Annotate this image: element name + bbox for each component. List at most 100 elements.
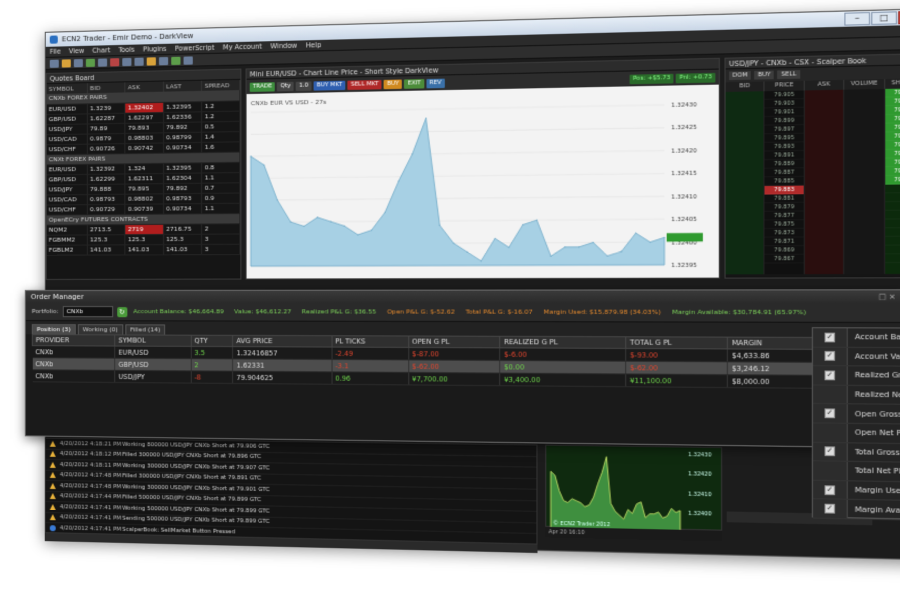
column-chooser-label: Margin Available [854,504,900,515]
alert-icon[interactable] [110,57,120,66]
column-chooser-item[interactable]: Open Net PL [812,423,900,445]
quote-cell: 79.89 [87,122,126,134]
window-close-icon[interactable]: □ × [879,290,896,303]
dom-bid-column[interactable] [725,91,765,275]
price-point [494,237,496,240]
column-header-qty[interactable]: QTY [190,335,233,347]
dom-short-cell [885,211,900,220]
column-chooser-item[interactable]: ✓ Open Gross PL [812,404,900,425]
quote-cell: 1.4 [201,131,240,142]
column-checkbox[interactable]: ✓ [812,366,848,385]
price-chart[interactable]: 1.32430 1.32425 1.32420 1.32415 1.32410 1.324… [247,85,720,280]
menu-item-window[interactable]: Window [270,42,297,51]
column-chooser-item[interactable]: ✓ Account Balance [812,328,900,348]
reverse-button[interactable]: REV [426,78,445,88]
column-checkbox[interactable]: ✓ [812,442,848,461]
column-chooser-item[interactable]: ✓ Realized Gross PL [812,366,900,387]
quote-icon[interactable] [122,57,132,66]
dom-ask-column[interactable] [804,89,845,275]
checkmark-icon: ✓ [824,332,836,343]
quote-cell: 1.62297 [125,111,164,123]
column-checkbox[interactable]: ✓ [812,328,848,347]
column-checkbox[interactable]: ✓ [812,480,848,500]
menu-item-chart[interactable]: Chart [92,46,110,55]
tab-filled[interactable]: Filled (14) [125,324,166,335]
quote-cell: 0.98793 [87,193,126,205]
column-checkbox[interactable]: ✓ [812,404,848,423]
dom-icon[interactable] [98,57,108,67]
menu-item-plugins[interactable]: Plugins [143,45,167,54]
log-timestamp: 4/20/2012 4:18:11 PM [59,461,122,469]
price-point [303,225,305,227]
info-icon [49,524,56,532]
column-header-total-g-pl[interactable]: TOTAL G PL [625,336,728,349]
dom-sell-button[interactable]: SELL [777,70,800,80]
column-header-realized-g-pl[interactable]: REALIZED G PL [500,336,626,349]
qty-input[interactable]: 1.0 [295,80,312,91]
order-manager-title: Order Manager [30,292,84,302]
refresh-icon[interactable]: ↻ [116,306,128,317]
order-manager-window: Order Manager □ × Portfolio: CNXb ↻ Acco… [24,289,900,449]
dom-ladder[interactable]: 79.905 79.903 79.901 79.899 79.897 79.895 79.8… [725,88,900,275]
log-timestamp: 4/20/2012 4:18:21 PM [59,440,122,448]
mini-chart-footer-text: Apr 20 16:10 [548,529,585,537]
account-stat: Open P&L G: $-52.62 [386,308,455,316]
price-point [480,260,482,262]
column-header-pl-ticks[interactable]: PL TICKS [331,335,409,348]
column-checkbox[interactable] [812,385,848,404]
mini-chart[interactable]: 1.324301.324201.324101.32400© ECN2 Trade… [546,446,723,532]
column-checkbox[interactable]: ✓ [812,499,848,519]
column-chooser-item[interactable]: ✓ Margin Available [812,499,900,522]
save-icon[interactable] [73,58,83,67]
connect-icon[interactable] [171,56,181,65]
folder-icon[interactable] [61,58,71,68]
column-header-open-g-pl[interactable]: OPEN G PL [408,335,501,348]
maximize-icon[interactable]: □ [871,11,898,26]
portfolio-select[interactable]: CNXb [62,306,113,318]
menu-item-help[interactable]: Help [306,41,322,50]
log-message: Sending 500000 USD/JPY CNXb Short at 79.… [122,515,270,526]
position-cell: $3,246.12 [727,361,822,376]
dom-dom-button[interactable]: DOM [729,71,752,81]
menu-item-my-account[interactable]: My Account [223,42,262,51]
buy-market-button[interactable]: BUY MKT [313,80,346,91]
column-checkbox[interactable]: ✓ [812,347,848,366]
buy-button[interactable]: BUY [383,78,403,89]
minimize-icon[interactable]: – [844,11,871,26]
settings-icon[interactable] [146,56,156,66]
column-checkbox[interactable] [812,423,848,442]
column-header-avg-price[interactable]: AVG PRICE [232,335,332,348]
column-chooser-item[interactable]: ✓ Margin Used [812,480,900,502]
trade-button[interactable]: TRADE [249,81,276,92]
position-cell: CNXb [32,369,115,383]
quote-row[interactable]: FGBLM2 141.03 141.03 141.03 3 [46,243,240,255]
exit-button[interactable]: EXIT [404,78,425,89]
column-checkbox[interactable] [812,461,848,480]
tab-working[interactable]: Working (0) [77,324,123,335]
open-icon[interactable] [49,59,59,68]
dom-price-cell: 79.877 [765,212,803,221]
position-cell: 1.32416857 [232,346,332,360]
tab-position[interactable]: Position (3) [31,324,76,335]
sell-market-button[interactable]: SELL MKT [347,79,382,90]
price-point [606,255,609,257]
quote-cell: 0.98793 [163,192,202,204]
chart-icon[interactable] [85,58,95,67]
column-header-provider[interactable]: PROVIDER [32,334,115,347]
dom-buy-button[interactable]: BUY [754,70,775,80]
quote-cell: 0.8 [201,161,240,173]
order-icon[interactable] [134,57,144,66]
column-chooser-item[interactable]: Total Net PL [812,461,900,483]
column-chooser-item[interactable]: ✓ Account Value [812,347,900,368]
column-header-symbol[interactable]: SYMBOL [114,334,191,347]
news-icon[interactable] [183,55,193,65]
account-icon[interactable] [158,56,169,65]
column-chooser-item[interactable]: ✓ Total Gross PL [812,442,900,464]
menu-item-file[interactable]: File [50,47,61,55]
menu-item-view[interactable]: View [69,47,85,55]
column-chooser-item[interactable]: Realized Net PL [812,385,900,406]
column-header-margin[interactable]: MARGIN [727,337,822,350]
quote-cell: 0.90739 [125,203,164,214]
menu-item-powerscript[interactable]: PowerScript [175,44,215,53]
menu-item-tools[interactable]: Tools [118,46,134,55]
